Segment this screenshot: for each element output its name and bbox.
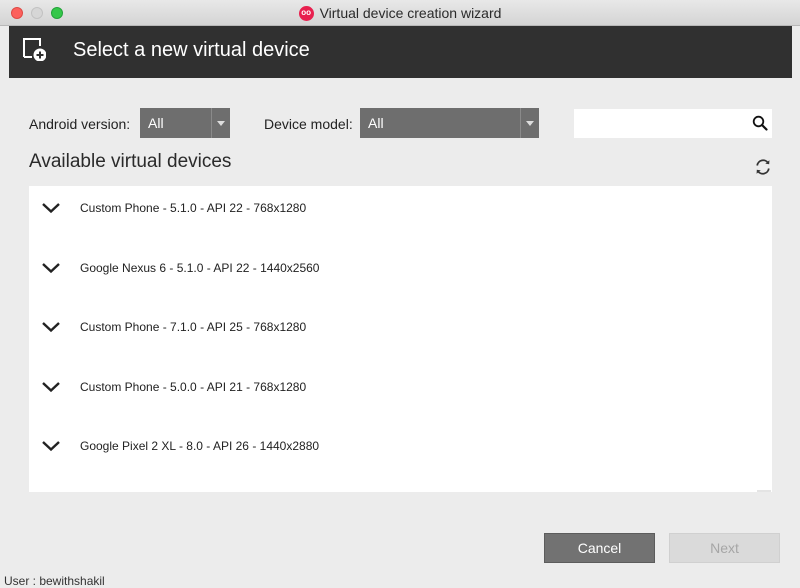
user-caption: User : bewithshakil [4,574,105,588]
chevron-down-icon[interactable] [41,262,61,274]
device-name: Google Nexus 6 - 5.1.0 - API 22 - 1440x2… [80,261,320,275]
search-icon[interactable] [752,115,768,131]
window-title-text: Virtual device creation wizard [319,5,502,21]
device-row[interactable]: Custom Phone - 5.0.0 - API 21 - 768x1280 [29,365,772,409]
android-version-select[interactable]: All [140,108,230,138]
add-device-icon [23,38,46,61]
device-model-value: All [368,115,384,131]
device-model-select[interactable]: All [360,108,539,138]
next-button[interactable]: Next [669,533,780,563]
scrollbar[interactable] [757,490,771,492]
cancel-button[interactable]: Cancel [544,533,655,563]
wizard-header: Select a new virtual device [9,26,792,78]
device-name: Custom Phone - 5.1.0 - API 22 - 768x1280 [80,201,307,215]
refresh-icon[interactable] [754,158,772,176]
chevron-down-icon [211,108,230,138]
chevron-down-icon [520,108,539,138]
device-model-label: Device model: [264,116,353,132]
chevron-down-icon[interactable] [41,440,61,452]
genymotion-icon [298,6,314,21]
android-version-label: Android version: [29,116,131,132]
section-title: Available virtual devices [29,151,232,172]
device-name: Custom Phone - 5.0.0 - API 21 - 768x1280 [80,380,307,394]
window-titlebar: Virtual device creation wizard [0,0,800,26]
device-list: Custom Phone - 5.1.0 - API 22 - 768x1280… [29,186,772,492]
chevron-down-icon[interactable] [41,381,61,393]
device-row[interactable]: Custom Phone - 5.1.0 - API 22 - 768x1280 [29,186,772,230]
window-title: Virtual device creation wizard [0,5,800,21]
device-row[interactable]: Google Nexus 6 - 5.1.0 - API 22 - 1440x2… [29,246,772,290]
page-title: Select a new virtual device [73,39,310,61]
device-row[interactable]: Custom Phone - 7.1.0 - API 25 - 768x1280 [29,305,772,349]
device-name: Google Pixel 2 XL - 8.0 - API 26 - 1440x… [80,439,320,453]
device-name: Custom Phone - 7.1.0 - API 25 - 768x1280 [80,320,307,334]
device-row[interactable]: Google Pixel 2 XL - 8.0 - API 26 - 1440x… [29,424,772,468]
android-version-value: All [148,115,164,131]
chevron-down-icon[interactable] [41,321,61,333]
chevron-down-icon[interactable] [41,202,61,214]
search-input[interactable] [574,109,772,138]
